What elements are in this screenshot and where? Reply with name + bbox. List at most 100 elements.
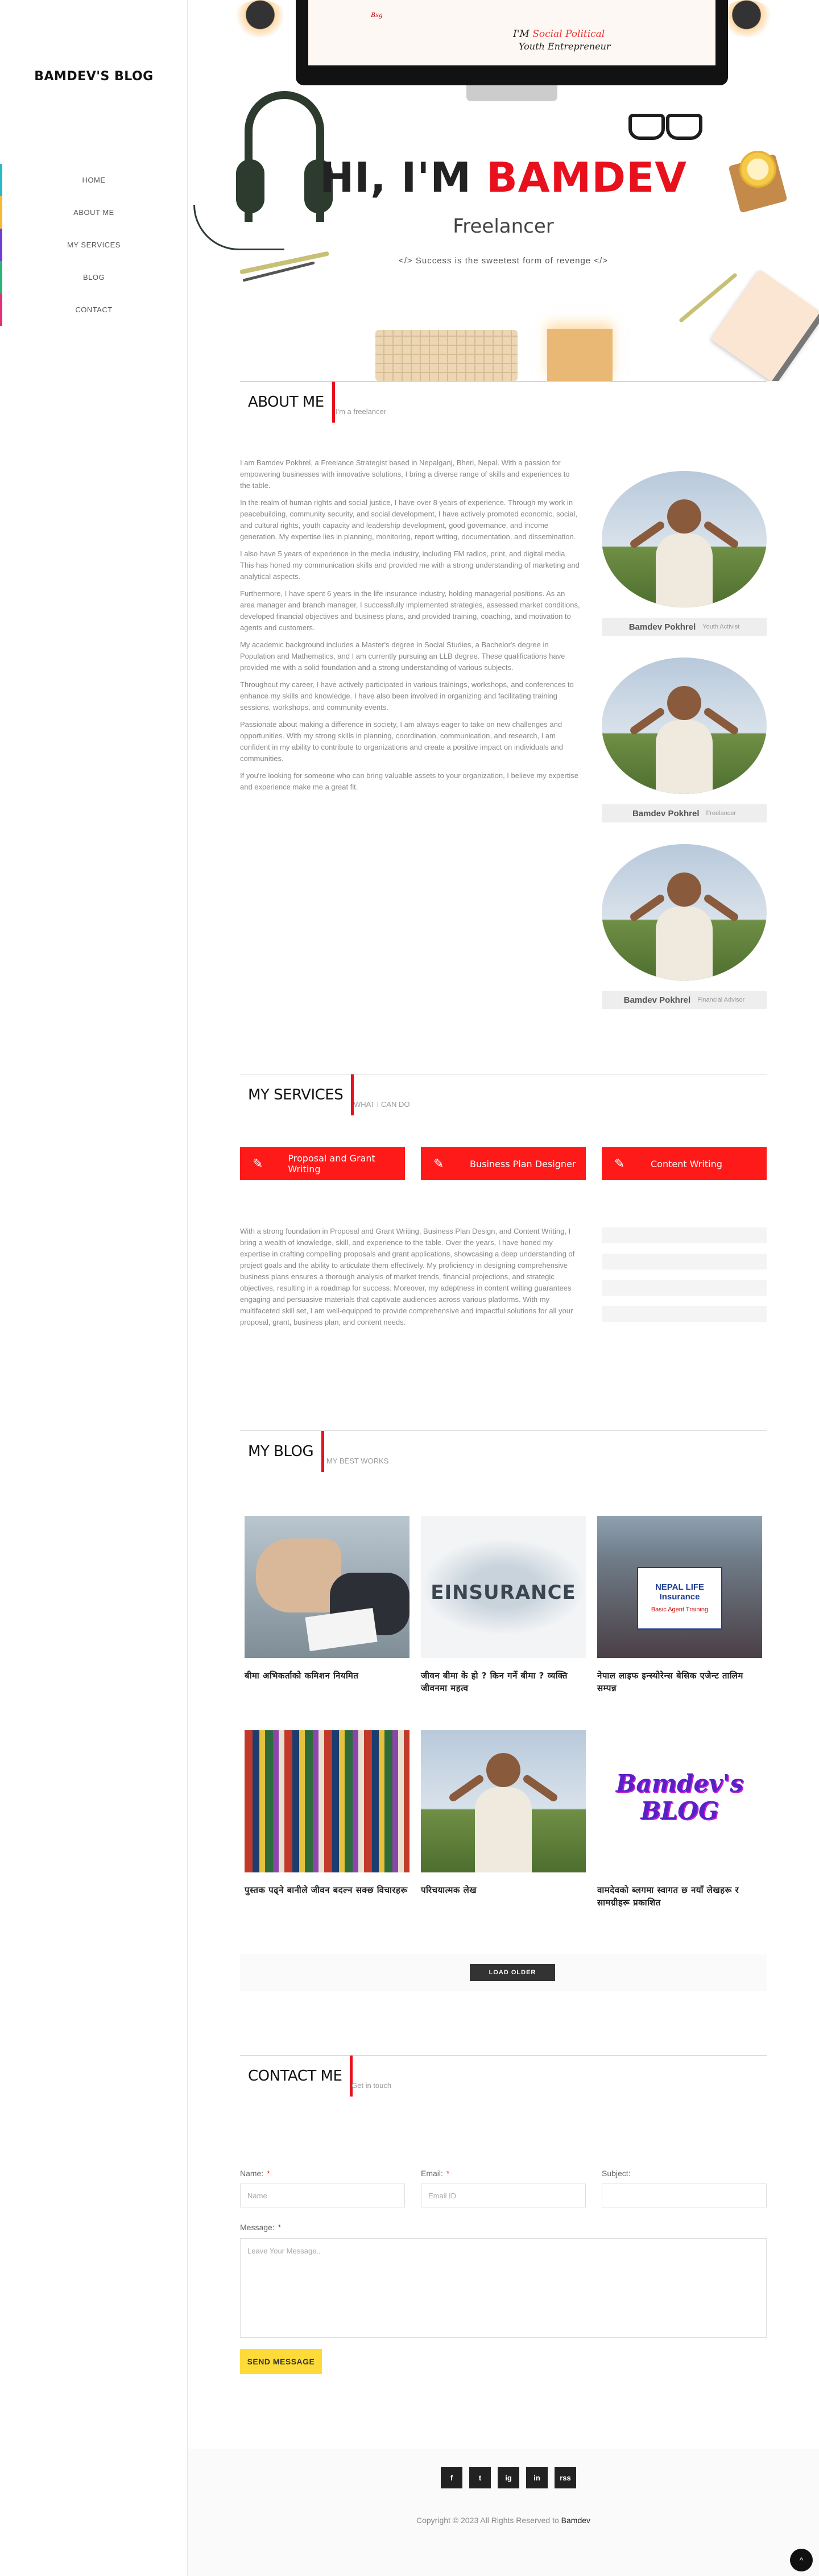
skill-bar bbox=[602, 1306, 767, 1322]
required-asterisk: * bbox=[446, 2169, 450, 2178]
nav-item-about[interactable]: ABOUT ME bbox=[0, 196, 188, 229]
hero-title-name: BAMDEV bbox=[486, 154, 687, 201]
blog-post-card[interactable]: NEPAL LIFE Insurance Basic Agent Trainin… bbox=[597, 1516, 762, 1694]
service-content-writing-button[interactable]: ✎ Content Writing bbox=[602, 1147, 767, 1180]
subject-label: Subject: bbox=[602, 2169, 631, 2178]
copyright-link[interactable]: Bamdev bbox=[561, 2516, 590, 2525]
about-paragraph: My academic background includes a Master… bbox=[240, 640, 565, 672]
services-text: With a strong foundation in Proposal and… bbox=[240, 1227, 575, 1326]
twitter-icon[interactable]: t bbox=[469, 2467, 491, 2488]
blog-thumb-image: EINSURANCE bbox=[421, 1516, 586, 1658]
message-label-text: Message: bbox=[240, 2223, 275, 2232]
nav-label: HOME bbox=[82, 176, 106, 184]
blog-thumb-image bbox=[421, 1730, 586, 1872]
email-label-text: Email: bbox=[421, 2169, 443, 2178]
profile-card: Bamdev Pokhrel Youth Activist bbox=[602, 471, 767, 636]
training-banner: NEPAL LIFE Insurance Basic Agent Trainin… bbox=[637, 1567, 722, 1630]
service-business-plan-button[interactable]: ✎ Business Plan Designer bbox=[421, 1147, 586, 1180]
blog-post-card[interactable]: पुस्तक पढ्ने बानीले जीवन बदल्न सक्छ विचा… bbox=[245, 1730, 410, 1896]
screen-line-1-b: Social Political bbox=[532, 28, 605, 40]
monitor-image: Bsg I'M Social Political Youth Entrepren… bbox=[296, 0, 728, 101]
nav-color-bar bbox=[0, 164, 2, 196]
contact-title: CONTACT ME bbox=[248, 2068, 342, 2085]
nav-label: ABOUT ME bbox=[73, 208, 114, 217]
profile-name: Bamdev Pokhrel bbox=[623, 995, 691, 1005]
send-message-button[interactable]: SEND MESSAGE bbox=[240, 2349, 322, 2374]
nav-label: BLOG bbox=[82, 273, 105, 282]
services-title-box: MY SERVICES bbox=[240, 1074, 354, 1115]
screen-line-2: Youth Entrepreneur bbox=[519, 41, 611, 52]
profile-label: Bamdev Pokhrel Youth Activist bbox=[602, 618, 767, 636]
services-section-header: MY SERVICES WHAT I CAN DO bbox=[240, 1074, 767, 1115]
blog-post-title[interactable]: पुस्तक पढ्ने बानीले जीवन बदल्न सक्छ विचा… bbox=[245, 1884, 410, 1896]
required-asterisk: * bbox=[267, 2169, 270, 2178]
back-to-top-icon[interactable]: ^ bbox=[790, 2549, 813, 2571]
social-links: f t ig in rss bbox=[441, 2467, 576, 2488]
hero-subtitle: Freelancer bbox=[453, 215, 554, 238]
nav-item-contact[interactable]: CONTACT bbox=[0, 293, 188, 326]
pencil-icon: ✎ bbox=[433, 1156, 444, 1171]
service-proposal-button[interactable]: ✎ Proposal and Grant Writing bbox=[240, 1147, 405, 1180]
linkedin-icon[interactable]: in bbox=[526, 2467, 548, 2488]
about-paragraph: If you're looking for someone who can br… bbox=[240, 771, 579, 791]
rss-icon[interactable]: rss bbox=[555, 2467, 576, 2488]
blog-post-title[interactable]: बीमा अभिकर्ताको कमिशन नियमित bbox=[245, 1669, 410, 1682]
blog-post-card[interactable]: परिचयात्मक लेख bbox=[421, 1730, 586, 1896]
profile-label: Bamdev Pokhrel Freelancer bbox=[602, 804, 767, 822]
blog-post-card[interactable]: EINSURANCE जीवन बीमा के हो ? किन गर्ने ब… bbox=[421, 1516, 586, 1694]
services-subtitle: WHAT I CAN DO bbox=[354, 1100, 410, 1109]
services-title: MY SERVICES bbox=[248, 1086, 344, 1103]
name-label-text: Name: bbox=[240, 2169, 264, 2178]
sidebar: BAMDEV'S BLOG HOME ABOUT ME MY SERVICES … bbox=[0, 0, 188, 2576]
keyboard-image bbox=[375, 330, 518, 381]
about-paragraph: Passionate about making a difference in … bbox=[240, 720, 563, 763]
profile-role: Youth Activist bbox=[702, 623, 740, 630]
box-image bbox=[547, 329, 613, 381]
load-older-button[interactable]: LOAD OLDER bbox=[470, 1964, 555, 1981]
blog-title: MY BLOG bbox=[248, 1443, 314, 1460]
contact-subtitle: Get in touch bbox=[351, 2081, 392, 2090]
blog-subtitle: MY BEST WORKS bbox=[326, 1457, 389, 1465]
blog-thumb-image bbox=[245, 1730, 410, 1872]
facebook-icon[interactable]: f bbox=[441, 2467, 462, 2488]
nav-label: CONTACT bbox=[75, 305, 113, 314]
about-paragraph: In the realm of human rights and social … bbox=[240, 498, 578, 541]
insurance-wordcloud-text: EINSURANCE bbox=[431, 1581, 576, 1604]
profile-name: Bamdev Pokhrel bbox=[628, 622, 696, 632]
email-field[interactable] bbox=[421, 2184, 586, 2207]
nav-color-bar bbox=[0, 229, 2, 261]
message-label: Message: * bbox=[240, 2223, 281, 2232]
message-field[interactable] bbox=[240, 2238, 767, 2338]
monitor-stand bbox=[466, 85, 557, 101]
name-field[interactable] bbox=[240, 2184, 405, 2207]
profile-role: Freelancer bbox=[706, 810, 737, 817]
subject-field[interactable] bbox=[602, 2184, 767, 2207]
hero-quote: </> Success is the sweetest form of reve… bbox=[399, 256, 608, 266]
required-asterisk: * bbox=[278, 2223, 282, 2232]
skill-bar bbox=[602, 1254, 767, 1270]
screen-logo: Bsg bbox=[371, 11, 383, 19]
skill-bar bbox=[602, 1227, 767, 1243]
about-paragraph: I also have 5 years of experience in the… bbox=[240, 549, 580, 581]
blog-post-card[interactable]: Bamdev's BLOG वामदेवको ब्लगमा स्वागत छ न… bbox=[597, 1730, 762, 1909]
nav-item-services[interactable]: MY SERVICES bbox=[0, 229, 188, 261]
nav-item-home[interactable]: HOME bbox=[0, 164, 188, 196]
nav-color-bar bbox=[0, 293, 2, 326]
blog-post-title[interactable]: जीवन बीमा के हो ? किन गर्ने बीमा ? व्यक्… bbox=[421, 1669, 586, 1694]
nav-item-blog[interactable]: BLOG bbox=[0, 261, 188, 293]
banner-title: NEPAL LIFE Insurance bbox=[655, 1582, 705, 1602]
glasses-image bbox=[628, 114, 702, 140]
blog-post-title[interactable]: वामदेवको ब्लगमा स्वागत छ नयाँ लेखहरू र स… bbox=[597, 1884, 762, 1909]
blog-post-title[interactable]: नेपाल लाइफ इन्स्योरेन्स बेसिक एजेन्ट ताल… bbox=[597, 1669, 762, 1694]
blog-post-card[interactable]: बीमा अभिकर्ताको कमिशन नियमित bbox=[245, 1516, 410, 1682]
hero-banner: Bsg I'M Social Political Youth Entrepren… bbox=[188, 0, 819, 381]
instagram-icon[interactable]: ig bbox=[498, 2467, 519, 2488]
profile-photo bbox=[602, 844, 767, 981]
site-brand[interactable]: BAMDEV'S BLOG bbox=[0, 69, 188, 84]
blog-logo-text: Bamdev's BLOG bbox=[615, 1769, 744, 1825]
about-paragraph: Furthermore, I have spent 6 years in the… bbox=[240, 589, 580, 632]
blog-post-title[interactable]: परिचयात्मक लेख bbox=[421, 1884, 586, 1896]
monitor-screen: Bsg I'M Social Political Youth Entrepren… bbox=[308, 0, 715, 65]
profile-role: Financial Advisor bbox=[697, 997, 745, 1003]
copyright-text: Copyright © 2023 All Rights Reserved to … bbox=[188, 2516, 819, 2525]
